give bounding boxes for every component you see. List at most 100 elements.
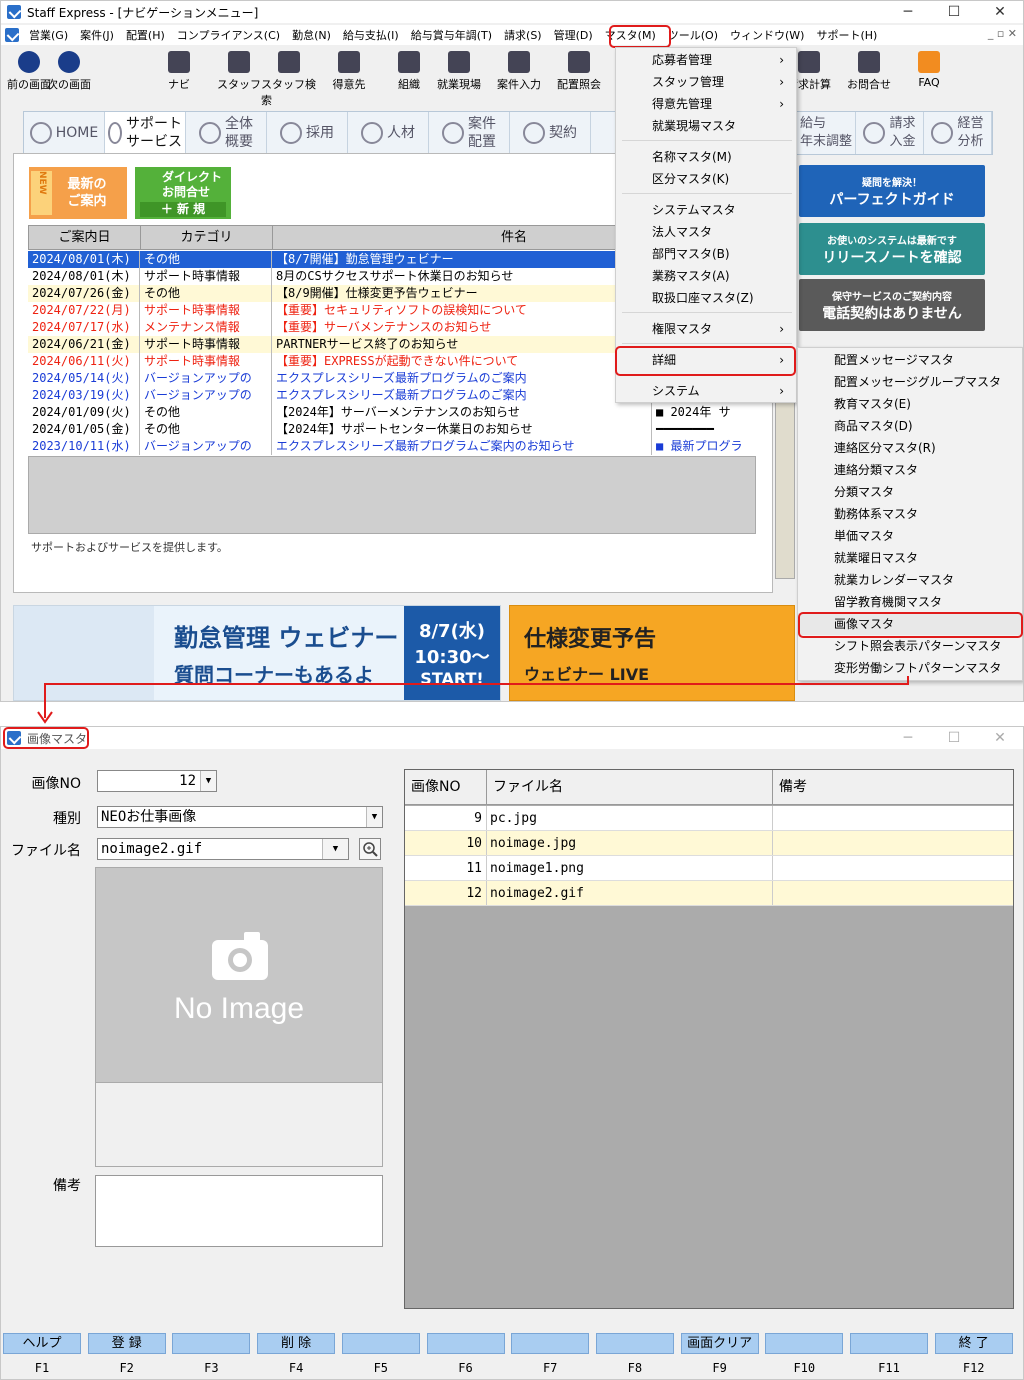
fkey-button-f8[interactable] — [595, 1333, 674, 1354]
master-menu-item-2[interactable]: 得意先管理 › — [616, 94, 796, 115]
category-tab-right-0[interactable]: 給与 年末調整 — [788, 112, 856, 154]
fkey-button-f12[interactable]: 終 了 — [934, 1333, 1013, 1354]
toolbar-button-1[interactable]: 次の画面 — [41, 47, 97, 92]
toolbar-button-9[interactable]: 配置照会 — [551, 47, 607, 92]
fkey-button-f5[interactable] — [341, 1333, 420, 1354]
master-menu-item-5[interactable]: 区分マスタ(K) — [616, 169, 796, 190]
detail-menu-item-0[interactable]: 配置メッセージマスタ — [798, 349, 1022, 371]
image-no-field[interactable]: 12 ▼ — [97, 770, 217, 792]
menu-item-7[interactable]: 請求(S) — [498, 27, 548, 43]
news-category: サポート時事情報 — [140, 302, 272, 319]
toolbar-button-2[interactable]: ナビ — [151, 47, 207, 92]
detail-menu-item-5[interactable]: 連絡分類マスタ — [798, 459, 1022, 481]
detail-menu-item-10[interactable]: 就業カレンダーマスタ — [798, 569, 1022, 591]
fkey-button-f9[interactable]: 画面クリア — [680, 1333, 759, 1354]
image-table-row[interactable]: 12 noimage2.gif — [405, 881, 1013, 906]
menu-item-11[interactable]: ウィンドウ(W) — [724, 27, 810, 43]
fkey-button-f2[interactable]: 登 録 — [87, 1333, 166, 1354]
category-tab-1[interactable]: サポート サービス — [105, 112, 186, 154]
right-banner-1[interactable]: お使いのシステムは最新です リリースノートを確認 — [799, 223, 985, 275]
master-menu-item-11[interactable]: 権限マスタ › — [616, 319, 796, 340]
category-tab-0[interactable]: HOME — [24, 112, 105, 154]
detail-menu-item-2[interactable]: 教育マスタ(E) — [798, 393, 1022, 415]
fkey-button-f11[interactable] — [850, 1333, 928, 1354]
menu-item-3[interactable]: コンプライアンス(C) — [171, 27, 286, 43]
close-button[interactable]: ✕ — [977, 727, 1023, 749]
fkey-button-f6[interactable] — [426, 1333, 505, 1354]
minimize-button[interactable]: ─ — [885, 727, 931, 749]
right-banner-2[interactable]: 保守サービスのご契約内容 電話契約はありません — [799, 279, 985, 331]
master-menu-item-1[interactable]: スタッフ管理 › — [616, 72, 796, 93]
fkey-button-f7[interactable] — [511, 1333, 590, 1354]
right-banner-0[interactable]: 疑問を解決！ パーフェクトガイド — [799, 165, 985, 217]
master-menu-item-10[interactable]: 取扱口座マスタ(Z) — [616, 288, 796, 309]
menu-item-12[interactable]: サポート(H) — [810, 27, 883, 43]
category-tab-5[interactable]: 案件 配置 — [429, 112, 510, 154]
toolbar-button-6[interactable]: 組織 — [381, 47, 437, 92]
menu-item-4[interactable]: 勤怠(N) — [286, 27, 337, 43]
master-menu-item-13[interactable]: システム › — [616, 381, 796, 402]
category-tab-right-2[interactable]: 経営 分析 — [924, 112, 992, 154]
menu-item-1[interactable]: 案件(J) — [74, 27, 120, 43]
minimize-button[interactable]: ─ — [885, 1, 931, 23]
fkey-button-f3[interactable] — [172, 1333, 251, 1354]
detail-menu-item-9[interactable]: 就業曜日マスタ — [798, 547, 1022, 569]
menu-item-8[interactable]: 管理(D) — [548, 27, 599, 43]
mdi-controls[interactable]: _ ▫ ✕ — [988, 27, 1017, 40]
note-textarea[interactable] — [95, 1175, 383, 1247]
chevron-down-icon[interactable]: ▼ — [322, 839, 348, 859]
news-row[interactable]: 2024/01/05(金) その他 【2024年】サポートセンター休業日のお知らせ ━… — [28, 421, 756, 438]
toolbar-button-4[interactable]: スタッフ検索 — [261, 47, 317, 108]
master-menu-item-3[interactable]: 就業現場マスタ — [616, 116, 796, 137]
latest-info-button[interactable]: NEW 最新の ご案内 — [29, 167, 127, 219]
new-badge: NEW — [31, 171, 52, 215]
toolbar-button-3[interactable]: スタッフ — [211, 47, 267, 92]
detail-menu-item-1[interactable]: 配置メッセージグループマスタ — [798, 371, 1022, 393]
toolbar-button-11[interactable]: お問合せ — [841, 47, 897, 92]
news-row[interactable]: 2024/01/09(火) その他 【2024年】サーバーメンテナンスのお知らせ ■ … — [28, 404, 756, 421]
master-menu-item-6[interactable]: システムマスタ — [616, 200, 796, 221]
chevron-down-icon[interactable]: ▼ — [366, 807, 382, 827]
category-tab-3[interactable]: 採用 — [267, 112, 348, 154]
toolbar-button-7[interactable]: 就業現場 — [431, 47, 487, 92]
category-tab-2[interactable]: 全体 概要 — [186, 112, 267, 154]
maximize-button[interactable]: ☐ — [931, 1, 977, 23]
menu-item-0[interactable]: 営業(G) — [23, 27, 74, 43]
fkey-button-f10[interactable] — [765, 1333, 844, 1354]
toolbar-button-5[interactable]: 得意先 — [321, 47, 377, 92]
menu-item-5[interactable]: 給与支払(I) — [337, 27, 405, 43]
detail-menu-item-4[interactable]: 連絡区分マスタ(R) — [798, 437, 1022, 459]
toolbar-button-12[interactable]: FAQ — [901, 47, 957, 89]
news-category: その他 — [140, 421, 272, 438]
close-button[interactable]: ✕ — [977, 1, 1023, 23]
toolbar-button-8[interactable]: 案件入力 — [491, 47, 547, 92]
category-tab-4[interactable]: 人材 — [348, 112, 429, 154]
master-menu-item-4[interactable]: 名称マスタ(M) — [616, 147, 796, 168]
news-row[interactable]: 2023/10/11(水) バージョンアップの エクスプレスシリーズ最新プログラムご… — [28, 438, 756, 455]
maximize-button[interactable]: ☐ — [931, 727, 977, 749]
master-menu-item-8[interactable]: 部門マスタ(B) — [616, 244, 796, 265]
image-table-row[interactable]: 11 noimage1.png — [405, 856, 1013, 881]
menu-item-2[interactable]: 配置(H) — [120, 27, 171, 43]
direct-inquiry-button[interactable]: ダイレクト お問合せ ＋ 新 規 — [135, 167, 231, 219]
detail-menu-item-3[interactable]: 商品マスタ(D) — [798, 415, 1022, 437]
category-tab-6[interactable]: 契約 — [510, 112, 591, 154]
fkey-button-f4[interactable]: 削 除 — [257, 1333, 336, 1354]
zoom-search-icon[interactable] — [359, 838, 381, 860]
menu-item-10[interactable]: ツール(O) — [662, 27, 724, 43]
kind-select[interactable]: NEOお仕事画像 ▼ — [97, 806, 383, 828]
master-menu-item-7[interactable]: 法人マスタ — [616, 222, 796, 243]
chevron-down-icon[interactable]: ▼ — [200, 771, 216, 791]
fkey-button-f1[interactable]: ヘルプ — [3, 1333, 81, 1354]
category-tab-right-1[interactable]: 請求 入金 — [856, 112, 924, 154]
detail-menu-item-6[interactable]: 分類マスタ — [798, 481, 1022, 503]
image-table-row[interactable]: 9 pc.jpg — [405, 806, 1013, 831]
master-menu-item-9[interactable]: 業務マスタ(A) — [616, 266, 796, 287]
detail-menu-item-8[interactable]: 単価マスタ — [798, 525, 1022, 547]
menu-item-6[interactable]: 給与賞与年調(T) — [405, 27, 498, 43]
master-menu-item-0[interactable]: 応募者管理 › — [616, 50, 796, 71]
row-image-no: 10 — [405, 831, 487, 855]
detail-menu-item-7[interactable]: 勤務体系マスタ — [798, 503, 1022, 525]
image-table-row[interactable]: 10 noimage.jpg — [405, 831, 1013, 856]
file-name-field[interactable]: noimage2.gif ▼ — [97, 838, 349, 860]
